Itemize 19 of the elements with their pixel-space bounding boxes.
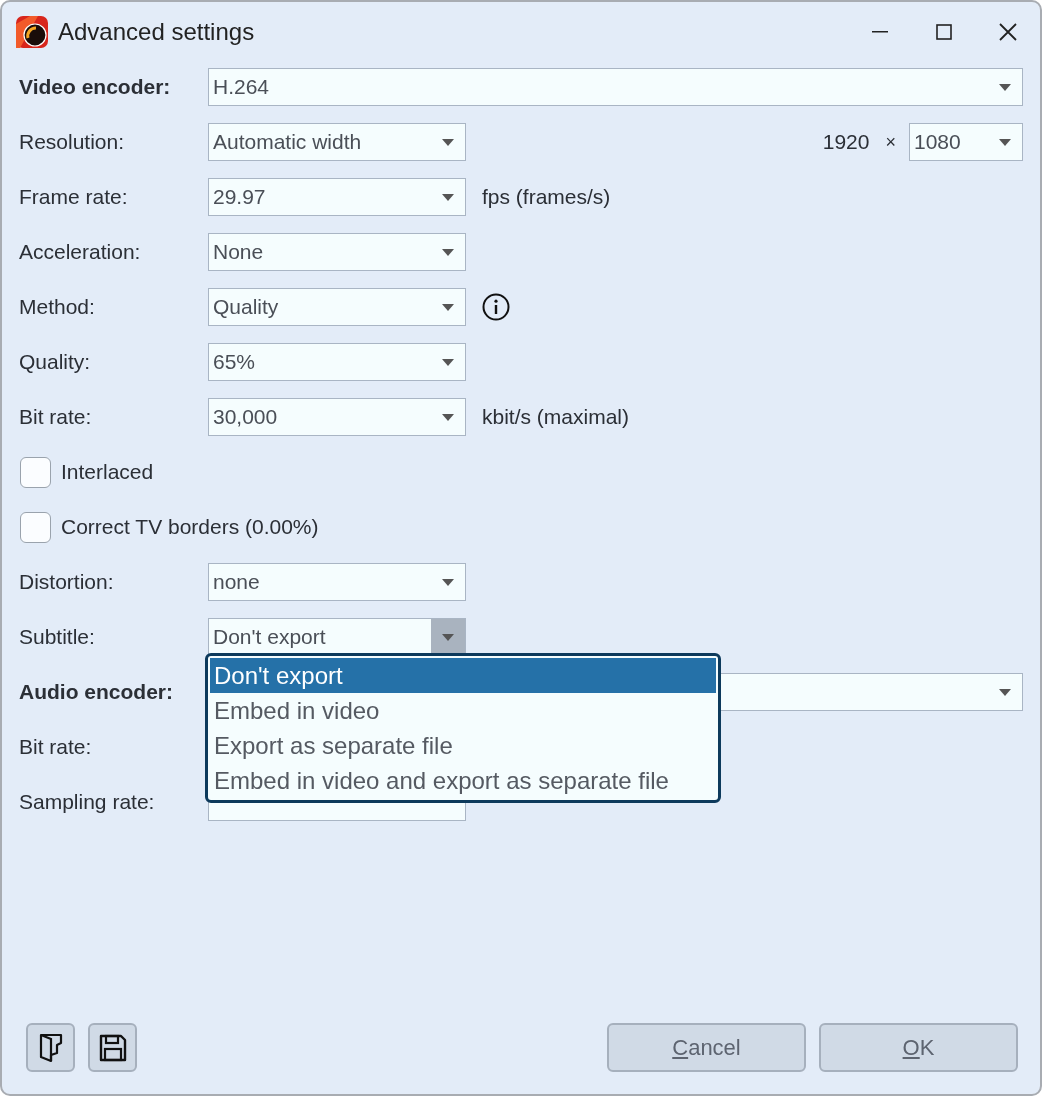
field-label: Audio encoder: <box>19 679 174 706</box>
checkbox-label: Correct TV borders (0.00%) <box>61 514 319 541</box>
field-label: Acceleration: <box>19 239 142 266</box>
field-label: Video encoder: <box>19 74 172 101</box>
unit-label: kbit/s (maximal) <box>482 404 629 431</box>
unit-label: fps (frames/s) <box>482 184 611 211</box>
field-label: Distortion: <box>19 569 115 596</box>
field-label: Subtitle: <box>19 624 96 651</box>
width-value: 1920 <box>822 129 870 156</box>
field-label: Quality: <box>19 349 92 376</box>
field-label: Bit rate: <box>19 734 93 761</box>
field-label: Sampling rate: <box>19 789 156 816</box>
field-label: Method: <box>19 294 96 321</box>
times-sign: × <box>885 130 896 154</box>
field-label: Resolution: <box>19 129 126 156</box>
window-title: Advanced settings <box>58 17 255 47</box>
checkbox-label: Interlaced <box>61 459 154 486</box>
field-label: Frame rate: <box>19 184 129 211</box>
field-label: Bit rate: <box>19 404 93 431</box>
